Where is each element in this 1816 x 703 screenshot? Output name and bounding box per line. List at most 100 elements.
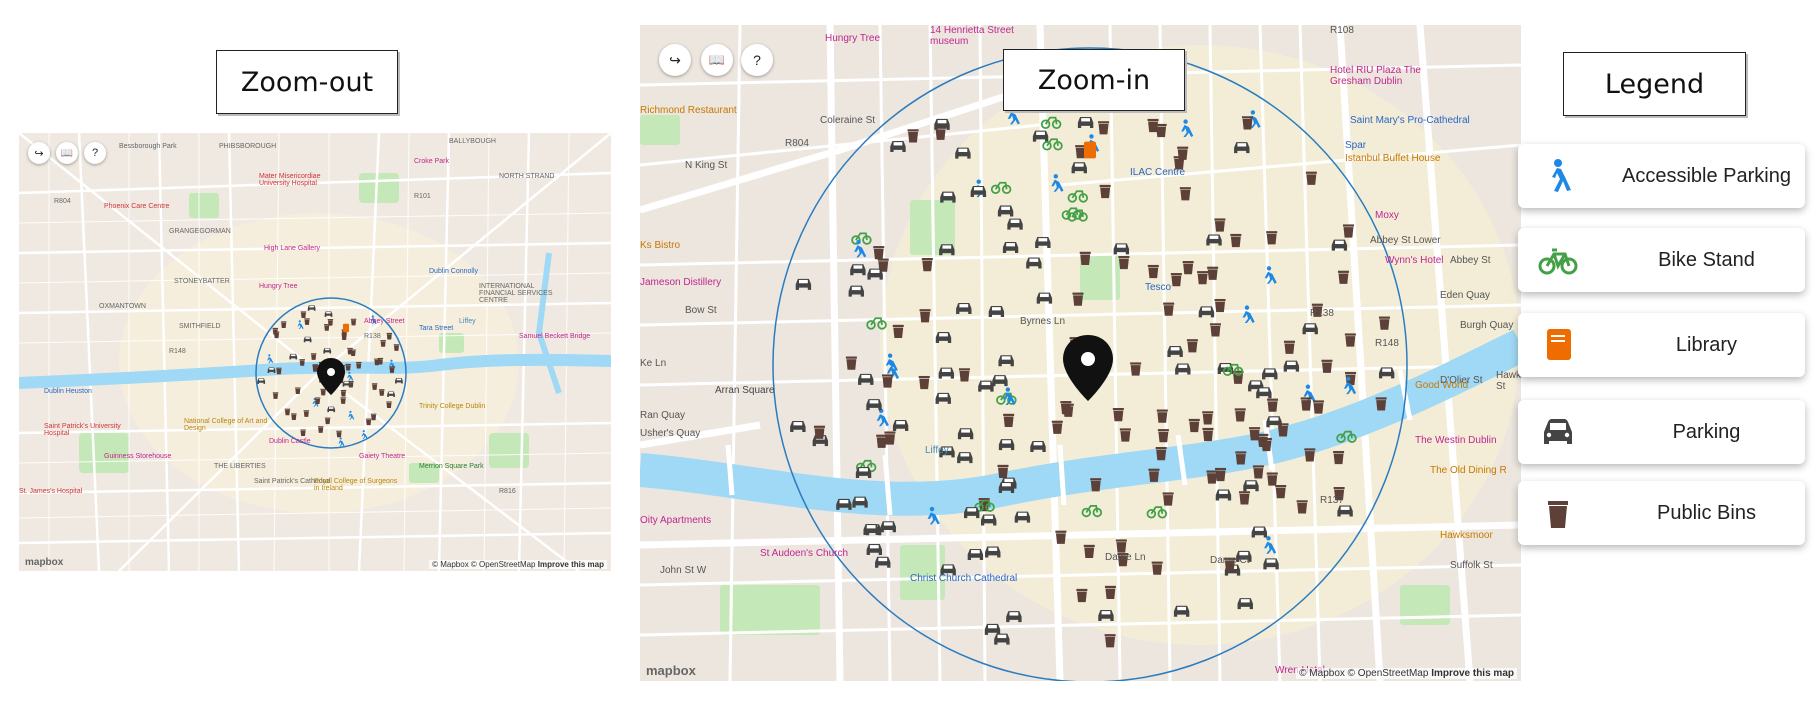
zoom-out-map[interactable]: Bessborough Park PHIBSBOROUGH BALLYBOUGH Ma… bbox=[19, 133, 611, 571]
public-bin-marker[interactable] bbox=[345, 363, 351, 371]
public-bin-marker[interactable] bbox=[284, 408, 291, 416]
logout-button[interactable]: ↪ bbox=[659, 44, 691, 76]
public-bin-marker[interactable] bbox=[997, 464, 1009, 479]
public-bin-marker[interactable] bbox=[1186, 339, 1198, 353]
public-bin-marker[interactable] bbox=[386, 332, 393, 340]
public-bin-marker[interactable] bbox=[1119, 428, 1131, 442]
public-bin-marker[interactable] bbox=[1182, 261, 1194, 275]
public-bin-marker[interactable] bbox=[1230, 233, 1242, 248]
public-bin-marker[interactable] bbox=[1083, 544, 1095, 559]
map-attribution[interactable]: © Mapbox © OpenStreetMap Improve this ma… bbox=[429, 560, 607, 569]
public-bin-marker[interactable] bbox=[1202, 411, 1214, 425]
public-bin-marker[interactable] bbox=[314, 397, 321, 405]
public-bin-marker[interactable] bbox=[299, 359, 305, 366]
public-bin-marker[interactable] bbox=[1147, 264, 1159, 279]
mapbox-logo[interactable]: mapbox bbox=[646, 663, 696, 678]
public-bin-marker[interactable] bbox=[341, 333, 347, 340]
public-bin-marker[interactable] bbox=[1099, 184, 1111, 199]
public-bin-marker[interactable] bbox=[1300, 397, 1312, 411]
improve-map-link[interactable]: Improve this map bbox=[1431, 668, 1514, 679]
public-bin-marker[interactable] bbox=[1283, 340, 1295, 354]
zoom-in-map[interactable]: 14 Henrietta Street museum Hungry Tree Hot… bbox=[640, 25, 1521, 681]
public-bin-marker[interactable] bbox=[377, 357, 384, 365]
help-button[interactable]: ? bbox=[741, 44, 773, 76]
public-bin-marker[interactable] bbox=[1090, 478, 1102, 492]
public-bin-marker[interactable] bbox=[1296, 500, 1308, 514]
public-bin-marker[interactable] bbox=[379, 389, 385, 396]
logout-button[interactable]: ↪ bbox=[28, 142, 50, 164]
public-bin-marker[interactable] bbox=[1155, 123, 1167, 138]
public-bin-marker[interactable] bbox=[320, 388, 326, 396]
public-bin-marker[interactable] bbox=[1321, 359, 1333, 373]
public-bin-marker[interactable] bbox=[1234, 408, 1246, 422]
public-bin-marker[interactable] bbox=[919, 309, 931, 323]
public-bin-marker[interactable] bbox=[1241, 116, 1253, 130]
public-bin-marker[interactable] bbox=[1375, 397, 1387, 411]
public-bin-marker[interactable] bbox=[380, 340, 386, 347]
public-bin-marker[interactable] bbox=[350, 349, 356, 357]
public-bin-marker[interactable] bbox=[1266, 231, 1278, 245]
public-bin-marker[interactable] bbox=[276, 367, 282, 375]
public-bin-marker[interactable] bbox=[1115, 539, 1127, 553]
public-bin-marker[interactable] bbox=[1157, 429, 1169, 443]
public-bin-marker[interactable] bbox=[1197, 271, 1209, 285]
public-bin-marker[interactable] bbox=[1130, 362, 1142, 376]
public-bin-marker[interactable] bbox=[1378, 316, 1390, 330]
mapbox-logo[interactable]: mapbox bbox=[25, 557, 63, 568]
public-bin-marker[interactable] bbox=[303, 410, 310, 417]
public-bin-marker[interactable] bbox=[1252, 465, 1264, 479]
public-bin-marker[interactable] bbox=[1155, 446, 1167, 461]
public-bin-marker[interactable] bbox=[1003, 413, 1015, 427]
library-marker[interactable] bbox=[343, 323, 349, 333]
public-bin-marker[interactable] bbox=[1118, 255, 1130, 270]
public-bin-marker[interactable] bbox=[1209, 323, 1221, 337]
public-bin-marker[interactable] bbox=[317, 426, 324, 433]
public-bin-marker[interactable] bbox=[876, 434, 888, 448]
public-bin-marker[interactable] bbox=[1162, 492, 1174, 506]
public-bin-marker[interactable] bbox=[1260, 437, 1272, 452]
public-bin-marker[interactable] bbox=[1170, 273, 1182, 287]
public-bin-marker[interactable] bbox=[291, 413, 297, 420]
public-bin-marker[interactable] bbox=[921, 258, 933, 272]
public-bin-marker[interactable] bbox=[1156, 409, 1168, 423]
public-bin-marker[interactable] bbox=[272, 392, 279, 399]
public-bin-marker[interactable] bbox=[1151, 561, 1163, 575]
public-bin-marker[interactable] bbox=[1202, 427, 1214, 442]
public-bin-marker[interactable] bbox=[304, 318, 310, 325]
public-bin-marker[interactable] bbox=[1207, 266, 1219, 280]
public-bin-marker[interactable] bbox=[1076, 588, 1088, 603]
public-bin-marker[interactable] bbox=[340, 389, 347, 397]
public-bin-marker[interactable] bbox=[1079, 251, 1091, 265]
public-bin-marker[interactable] bbox=[370, 413, 377, 421]
public-bin-marker[interactable] bbox=[918, 375, 930, 390]
public-bin-marker[interactable] bbox=[1104, 585, 1116, 600]
public-bin-marker[interactable] bbox=[280, 321, 287, 328]
public-bin-marker[interactable] bbox=[882, 374, 894, 388]
improve-map-link[interactable]: Improve this map bbox=[538, 560, 604, 569]
help-button[interactable]: ? bbox=[84, 142, 106, 164]
map-attribution[interactable]: © Mapbox © OpenStreetMap Improve this ma… bbox=[1296, 668, 1517, 679]
public-bin-marker[interactable] bbox=[1267, 398, 1279, 412]
public-bin-marker[interactable] bbox=[389, 366, 395, 373]
public-bin-marker[interactable] bbox=[1235, 451, 1247, 465]
public-bin-marker[interactable] bbox=[1214, 298, 1226, 313]
public-bin-marker[interactable] bbox=[1277, 423, 1289, 437]
public-bin-marker[interactable] bbox=[1179, 187, 1191, 201]
public-bin-marker[interactable] bbox=[1238, 491, 1250, 505]
public-bin-marker[interactable] bbox=[1188, 418, 1200, 433]
public-bin-marker[interactable] bbox=[386, 401, 392, 409]
public-bin-marker[interactable] bbox=[1275, 485, 1287, 499]
public-bin-marker[interactable] bbox=[907, 129, 919, 143]
public-bin-marker[interactable] bbox=[1342, 224, 1354, 238]
public-bin-marker[interactable] bbox=[1344, 333, 1356, 347]
public-bin-marker[interactable] bbox=[340, 397, 346, 404]
public-bin-marker[interactable] bbox=[295, 387, 301, 395]
public-bin-marker[interactable] bbox=[1055, 530, 1067, 544]
public-bin-marker[interactable] bbox=[300, 311, 307, 318]
public-bin-marker[interactable] bbox=[873, 246, 885, 260]
public-bin-marker[interactable] bbox=[1163, 302, 1175, 316]
public-bin-marker[interactable] bbox=[1072, 292, 1084, 306]
public-bin-marker[interactable] bbox=[324, 417, 331, 425]
public-bin-marker[interactable] bbox=[1104, 634, 1116, 648]
public-bin-marker[interactable] bbox=[371, 383, 378, 390]
